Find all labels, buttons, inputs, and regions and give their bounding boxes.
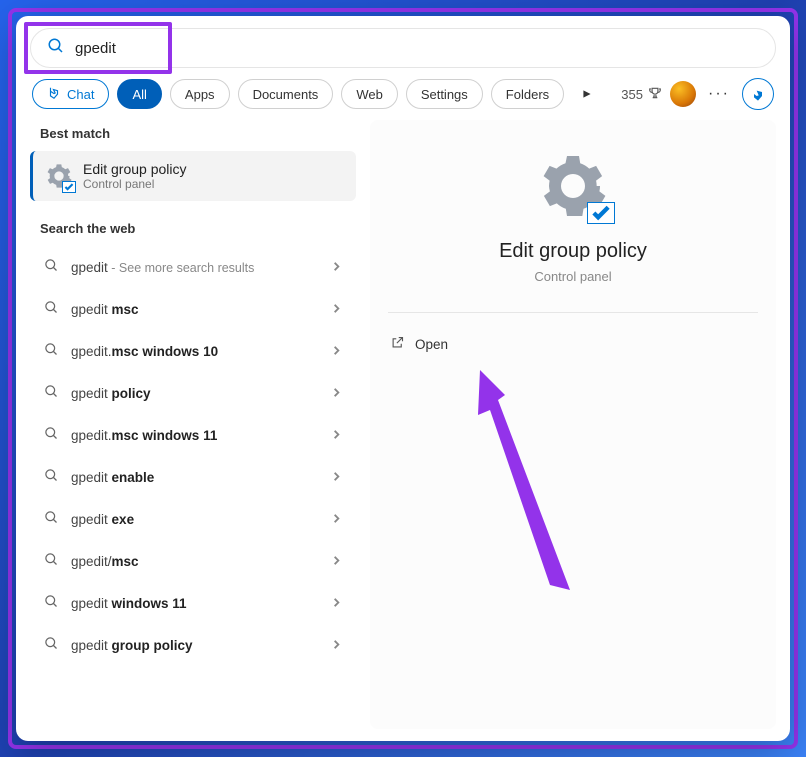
suggestion-label: gpedit - See more search results	[71, 260, 319, 275]
search-icon	[44, 468, 59, 486]
filter-row: Chat All Apps Documents Web Settings Fol…	[30, 78, 776, 110]
web-suggestion[interactable]: gpedit policy	[30, 372, 356, 414]
chevron-right-icon	[331, 302, 342, 317]
search-icon	[44, 300, 59, 318]
web-suggestion-list: gpedit - See more search results gpedit m…	[30, 246, 356, 666]
suggestion-label: gpedit enable	[71, 470, 319, 485]
chat-chip[interactable]: Chat	[32, 79, 109, 109]
chevron-right-icon	[331, 596, 342, 611]
search-bar[interactable]	[30, 28, 776, 68]
chevron-right-icon	[331, 386, 342, 401]
search-window: Chat All Apps Documents Web Settings Fol…	[16, 16, 790, 741]
web-suggestion[interactable]: gpedit msc	[30, 288, 356, 330]
web-suggestion[interactable]: gpedit group policy	[30, 624, 356, 666]
more-filters-icon[interactable]	[572, 79, 602, 109]
preview-icon	[537, 150, 609, 222]
overflow-icon[interactable]: ···	[704, 79, 734, 109]
search-icon	[44, 552, 59, 570]
web-suggestion[interactable]: gpedit windows 11	[30, 582, 356, 624]
chevron-right-icon	[331, 470, 342, 485]
web-header: Search the web	[30, 215, 356, 246]
suggestion-label: gpedit.msc windows 11	[71, 428, 319, 443]
chevron-right-icon	[331, 638, 342, 653]
filter-apps[interactable]: Apps	[170, 79, 230, 109]
chat-label: Chat	[67, 87, 94, 102]
open-action[interactable]: Open	[388, 331, 758, 357]
bing-chat-icon	[47, 86, 61, 103]
preview-subtitle: Control panel	[534, 269, 611, 284]
web-suggestion[interactable]: gpedit exe	[30, 498, 356, 540]
divider	[388, 312, 758, 313]
control-panel-icon	[45, 162, 73, 190]
suggestion-label: gpedit policy	[71, 386, 319, 401]
web-suggestion[interactable]: gpedit - See more search results	[30, 246, 356, 288]
filter-folders[interactable]: Folders	[491, 79, 564, 109]
suggestion-label: gpedit/msc	[71, 554, 319, 569]
suggestion-label: gpedit exe	[71, 512, 319, 527]
bing-button[interactable]	[742, 78, 774, 110]
suggestion-label: gpedit.msc windows 10	[71, 344, 319, 359]
suggestion-label: gpedit windows 11	[71, 596, 319, 611]
best-match-subtitle: Control panel	[83, 177, 187, 191]
user-avatar[interactable]	[670, 81, 696, 107]
filter-web[interactable]: Web	[341, 79, 398, 109]
search-icon	[47, 37, 65, 60]
search-icon	[44, 426, 59, 444]
search-input[interactable]	[75, 40, 759, 57]
chevron-right-icon	[331, 260, 342, 275]
search-icon	[44, 636, 59, 654]
search-icon	[44, 384, 59, 402]
search-icon	[44, 510, 59, 528]
best-match-header: Best match	[30, 120, 356, 151]
web-suggestion[interactable]: gpedit.msc windows 11	[30, 414, 356, 456]
trophy-icon	[648, 86, 662, 103]
search-icon	[44, 258, 59, 276]
rewards-points[interactable]: 355	[621, 86, 662, 103]
open-external-icon	[390, 335, 405, 353]
best-match-title: Edit group policy	[83, 161, 187, 177]
filter-settings[interactable]: Settings	[406, 79, 483, 109]
chevron-right-icon	[331, 428, 342, 443]
suggestion-label: gpedit group policy	[71, 638, 319, 653]
filter-all[interactable]: All	[117, 79, 161, 109]
suggestion-label: gpedit msc	[71, 302, 319, 317]
filter-documents[interactable]: Documents	[238, 79, 334, 109]
chevron-right-icon	[331, 554, 342, 569]
web-suggestion[interactable]: gpedit enable	[30, 456, 356, 498]
search-icon	[44, 342, 59, 360]
chevron-right-icon	[331, 512, 342, 527]
preview-pane: Edit group policy Control panel Open	[370, 120, 776, 729]
chevron-right-icon	[331, 344, 342, 359]
search-icon	[44, 594, 59, 612]
web-suggestion[interactable]: gpedit.msc windows 10	[30, 330, 356, 372]
best-match-item[interactable]: Edit group policy Control panel	[30, 151, 356, 201]
web-suggestion[interactable]: gpedit/msc	[30, 540, 356, 582]
results-column: Best match Edit group policy Control pan…	[30, 120, 356, 729]
preview-title: Edit group policy	[499, 240, 647, 263]
open-label: Open	[415, 337, 448, 352]
